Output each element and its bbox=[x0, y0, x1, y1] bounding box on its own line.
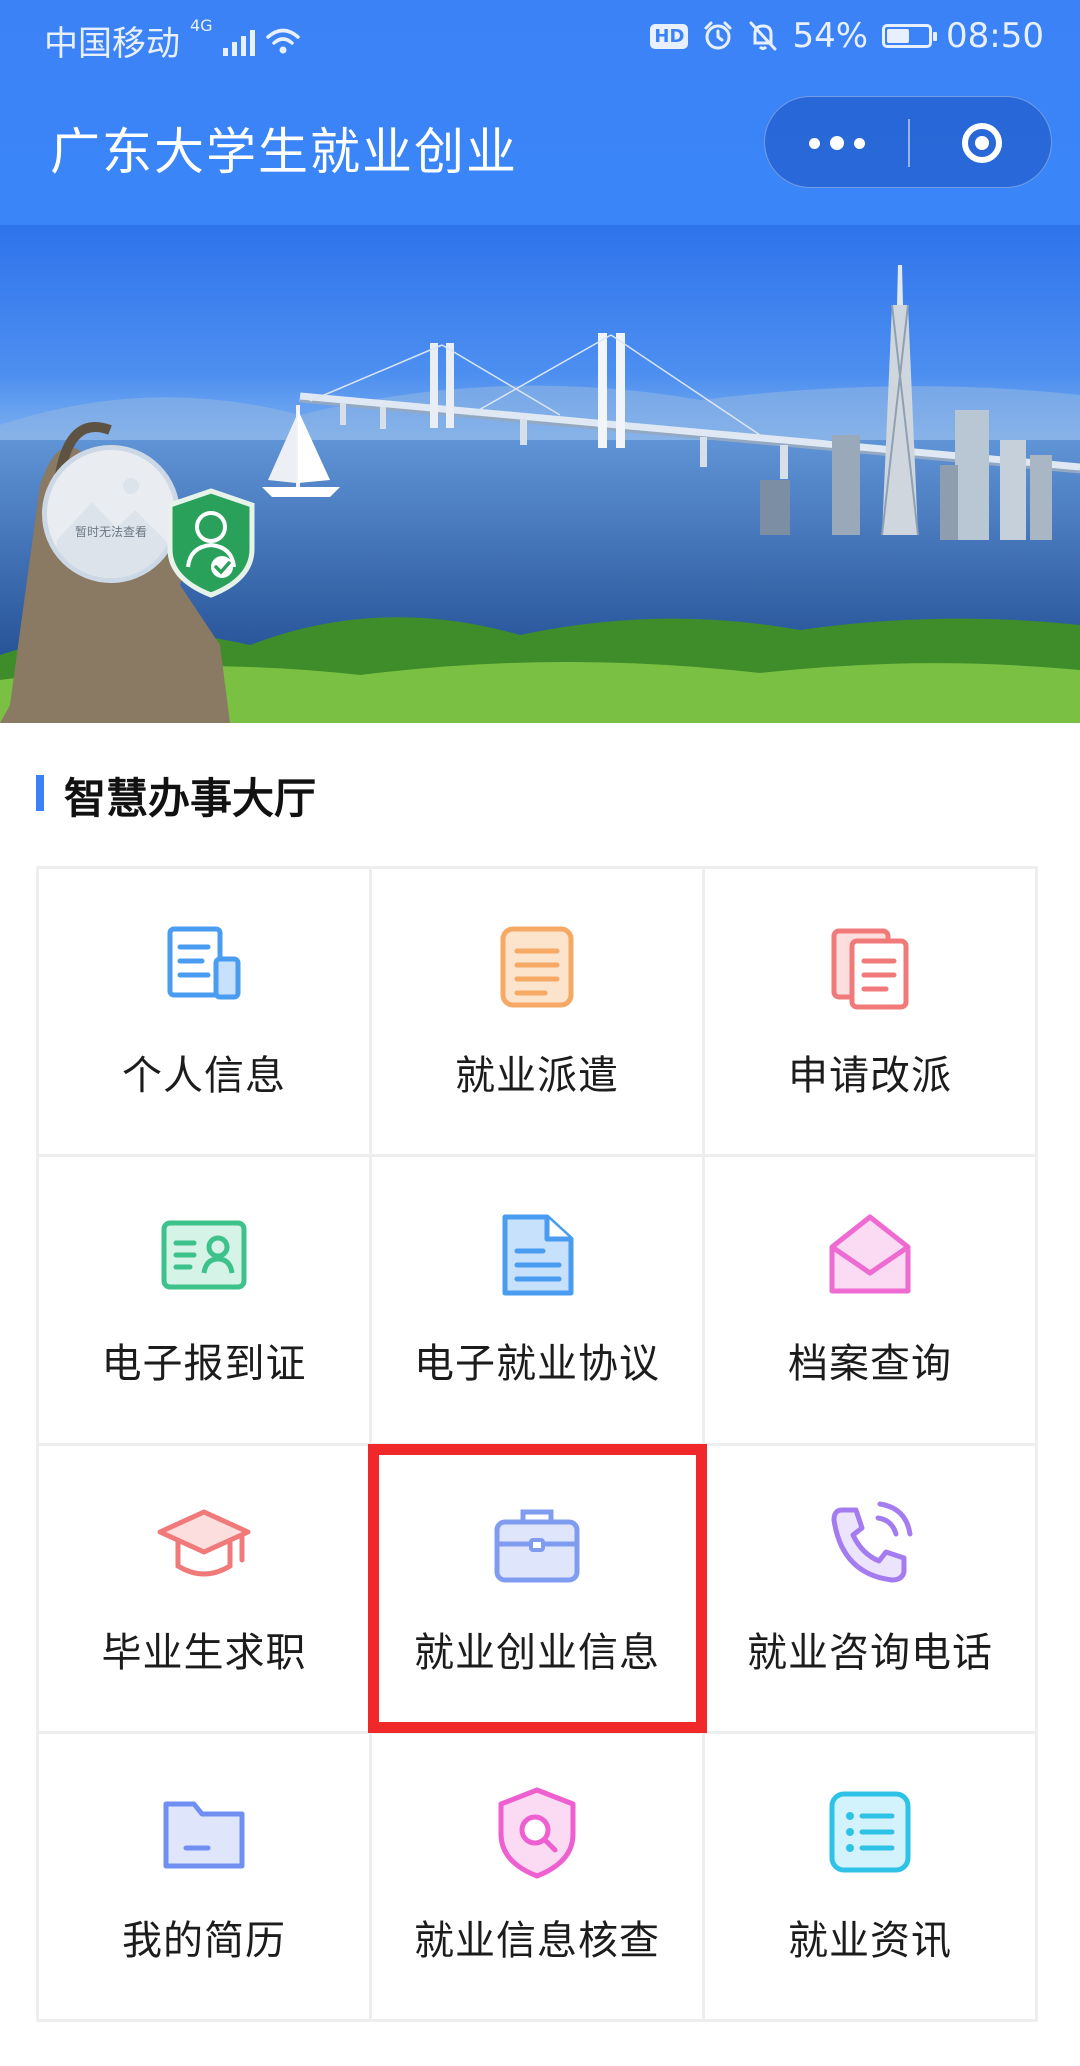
service-item-employment-entrepreneurship-info[interactable]: 就业创业信息 bbox=[372, 1445, 705, 1734]
battery-fill bbox=[887, 29, 910, 43]
phone-call-icon bbox=[831, 1501, 913, 1582]
service-label: 就业咨询电话 bbox=[747, 1629, 993, 1676]
service-label: 就业创业信息 bbox=[414, 1629, 660, 1676]
service-label: 毕业生求职 bbox=[101, 1629, 307, 1676]
carrier-label: 中国移动 bbox=[44, 24, 180, 64]
service-item-employment-hotline[interactable]: 就业咨询电话 bbox=[705, 1445, 1038, 1734]
service-label: 电子就业协议 bbox=[414, 1341, 660, 1388]
hd-icon: HD bbox=[650, 23, 689, 49]
service-label: 就业资讯 bbox=[788, 1917, 952, 1964]
service-label: 档案查询 bbox=[788, 1341, 952, 1388]
banner-image: 暂时无法查看 bbox=[0, 225, 1080, 723]
folder-icon bbox=[163, 1801, 245, 1869]
service-label: 申请改派 bbox=[788, 1053, 952, 1099]
section-accent-bar bbox=[36, 775, 44, 811]
section-title: 智慧办事大厅 bbox=[64, 774, 317, 823]
verified-user-shield-icon bbox=[167, 488, 255, 598]
clock: 08:50 bbox=[946, 16, 1044, 56]
more-dot-icon bbox=[853, 137, 865, 149]
copy-documents-icon bbox=[831, 928, 909, 1010]
service-item-employment-verification[interactable]: 就业信息核查 bbox=[372, 1733, 705, 2022]
clipboard-list-icon bbox=[500, 926, 574, 1008]
envelope-open-icon bbox=[829, 1214, 911, 1294]
service-label: 我的简历 bbox=[122, 1917, 286, 1964]
service-item-employment-news[interactable]: 就业资讯 bbox=[705, 1733, 1038, 2022]
network-type: 4G bbox=[190, 16, 213, 35]
mini-program-capsule bbox=[764, 96, 1052, 188]
wifi-icon bbox=[265, 28, 300, 53]
service-label: 电子报到证 bbox=[101, 1341, 307, 1388]
briefcase-icon bbox=[494, 1509, 580, 1582]
alarm-icon bbox=[704, 21, 732, 50]
battery-icon bbox=[882, 24, 938, 48]
graduation-cap-icon bbox=[157, 1509, 251, 1576]
service-label: 就业派遣 bbox=[455, 1053, 619, 1099]
service-item-archive-query[interactable]: 档案查询 bbox=[705, 1157, 1038, 1446]
service-label: 个人信息 bbox=[122, 1053, 286, 1099]
image-placeholder-icon bbox=[57, 478, 167, 578]
id-card-icon bbox=[161, 1220, 247, 1290]
file-icon bbox=[502, 1214, 574, 1296]
service-item-my-resume[interactable]: 我的简历 bbox=[39, 1733, 372, 2022]
news-list-icon bbox=[829, 1791, 911, 1873]
service-item-personal-info[interactable]: 个人信息 bbox=[39, 869, 372, 1158]
service-item-e-registration-card[interactable]: 电子报到证 bbox=[39, 1157, 372, 1446]
more-dot-icon bbox=[808, 137, 820, 149]
service-label: 就业信息核查 bbox=[414, 1917, 660, 1964]
more-dot-icon bbox=[829, 136, 844, 150]
target-circle-icon bbox=[961, 123, 1002, 163]
status-bar: 中国移动 4G HD 54% 08:50 bbox=[0, 0, 1080, 74]
shield-search-icon bbox=[498, 1787, 576, 1879]
signal-icon bbox=[222, 26, 255, 56]
document-icon bbox=[167, 926, 241, 1000]
battery-percent: 54% bbox=[792, 16, 869, 56]
avatar[interactable]: 暂时无法查看 bbox=[42, 445, 180, 583]
services-grid: 个人信息 就业派遣 申请改派 电子报到证 电子就业协议 档案查询 毕业生求职 就… bbox=[36, 866, 1038, 2022]
service-item-employment-dispatch[interactable]: 就业派遣 bbox=[372, 869, 705, 1158]
service-item-reassignment[interactable]: 申请改派 bbox=[705, 869, 1038, 1158]
service-item-graduate-job-search[interactable]: 毕业生求职 bbox=[39, 1445, 372, 1734]
app-header: 中国移动 4G HD 54% 08:50 广东大学生就业创业 bbox=[0, 0, 1080, 225]
page-title: 广东大学生就业创业 bbox=[50, 123, 518, 181]
avatar-placeholder-text: 暂时无法查看 bbox=[74, 525, 147, 539]
more-options-button[interactable] bbox=[765, 97, 908, 189]
mute-bell-icon bbox=[749, 21, 777, 51]
service-item-e-employment-agreement[interactable]: 电子就业协议 bbox=[372, 1157, 705, 1446]
close-mini-program-button[interactable] bbox=[910, 97, 1053, 189]
